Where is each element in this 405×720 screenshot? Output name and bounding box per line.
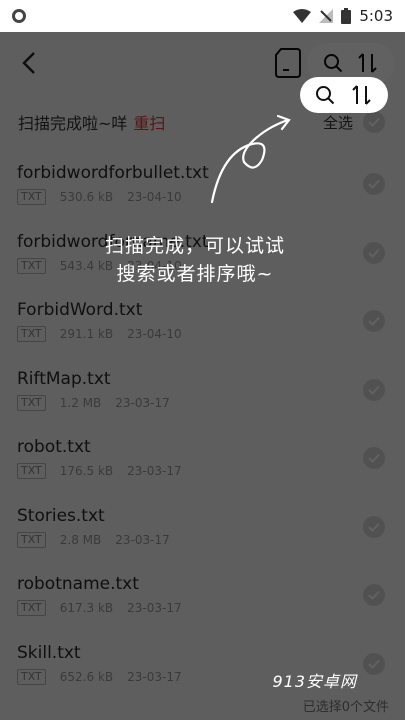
file-size: 652.6 kB xyxy=(59,669,114,684)
select-all-label: 全选 xyxy=(322,113,353,132)
file-size: 2.8 MB xyxy=(59,532,102,547)
file-row[interactable]: Skill.txt TXT 652.6 kB 23-03-17 xyxy=(0,630,405,699)
file-name: forbidwordforname.txt xyxy=(17,231,209,252)
file-date: 23-03-17 xyxy=(127,464,182,479)
file-checkbox[interactable] xyxy=(363,378,385,401)
file-row[interactable]: RiftMap.txt TXT 1.2 MB 23-03-17 xyxy=(0,356,405,425)
file-row[interactable]: robotname.txt TXT 617.3 kB 23-03-17 xyxy=(0,561,405,630)
file-row[interactable]: robot.txt TXT 176.5 kB 23-03-17 xyxy=(0,424,405,493)
file-type-badge: TXT xyxy=(17,600,46,617)
top-bar xyxy=(0,32,405,94)
chevron-left-icon xyxy=(22,52,35,74)
file-checkbox[interactable] xyxy=(363,652,385,675)
file-type-badge: TXT xyxy=(17,668,46,685)
no-signal-icon xyxy=(319,9,334,23)
file-name: forbidwordforbullet.txt xyxy=(17,163,209,184)
file-type-badge: TXT xyxy=(17,326,46,343)
sort-icon[interactable] xyxy=(357,52,379,74)
file-date: 23-03-17 xyxy=(127,669,182,684)
rescan-link[interactable]: 重扫 xyxy=(133,114,165,133)
wifi-icon xyxy=(293,9,312,23)
select-all-toggle[interactable]: 全选 xyxy=(323,111,385,133)
file-size: 291.1 kB xyxy=(59,327,114,342)
search-icon[interactable] xyxy=(323,53,343,73)
selected-count: 已选择0个文件 xyxy=(302,699,389,715)
file-size: 530.6 kB xyxy=(59,190,114,205)
check-icon xyxy=(368,454,380,464)
file-row[interactable]: forbidwordforname.txt TXT 543.4 kB 23-04-1… xyxy=(0,219,405,288)
file-checkbox[interactable] xyxy=(363,241,385,264)
file-list: forbidwordforbullet.txt TXT 530.6 kB 23-04… xyxy=(0,150,405,698)
file-row[interactable]: ForbidWord.txt TXT 291.1 kB 23-04-10 xyxy=(0,287,405,356)
file-date: 23-03-17 xyxy=(127,601,182,616)
check-icon xyxy=(368,248,380,258)
file-checkbox[interactable] xyxy=(363,584,385,607)
file-type-badge: TXT xyxy=(17,531,46,548)
file-name: Stories.txt xyxy=(17,505,105,526)
status-bar: 5:03 xyxy=(0,0,405,32)
check-icon xyxy=(368,659,380,669)
file-date: 23-03-17 xyxy=(115,395,170,410)
file-type-badge: TXT xyxy=(17,189,46,206)
file-date: 23-04-10 xyxy=(127,190,182,205)
file-icon[interactable] xyxy=(275,48,301,78)
file-checkbox[interactable] xyxy=(363,515,385,538)
file-row[interactable]: Stories.txt TXT 2.8 MB 23-03-17 xyxy=(0,493,405,562)
check-icon xyxy=(368,180,380,190)
file-checkbox[interactable] xyxy=(363,173,385,196)
file-name: robot.txt xyxy=(17,437,91,458)
check-icon xyxy=(368,522,380,532)
select-all-checkbox[interactable] xyxy=(363,111,385,133)
file-size: 617.3 kB xyxy=(59,601,114,616)
search-sort-group xyxy=(309,45,393,81)
file-name: robotname.txt xyxy=(17,574,139,595)
file-size: 176.5 kB xyxy=(59,464,114,479)
file-size: 1.2 MB xyxy=(59,395,102,410)
check-icon xyxy=(368,317,380,327)
file-size: 543.4 kB xyxy=(59,258,114,273)
status-time: 5:03 xyxy=(359,7,393,25)
file-name: Skill.txt xyxy=(17,642,81,663)
back-button[interactable] xyxy=(14,48,44,78)
selection-footer: 已选择0个文件 xyxy=(0,690,405,720)
check-icon xyxy=(368,117,380,127)
file-date: 23-04-10 xyxy=(127,258,182,273)
battery-icon xyxy=(341,8,352,24)
file-scan-screen: 扫描完成啦~咩 重扫 全选 forbidwordforbullet.txt TXT… xyxy=(0,32,405,720)
file-type-badge: TXT xyxy=(17,257,46,274)
scan-status-row: 扫描完成啦~咩 重扫 全选 xyxy=(0,94,405,150)
check-icon xyxy=(368,591,380,601)
file-name: ForbidWord.txt xyxy=(17,300,143,321)
file-type-badge: TXT xyxy=(17,463,46,480)
scan-status-text: 扫描完成啦~咩 xyxy=(18,114,128,133)
file-row[interactable]: forbidwordforbullet.txt TXT 530.6 kB 23-04… xyxy=(0,150,405,219)
file-checkbox[interactable] xyxy=(363,447,385,470)
check-icon xyxy=(368,385,380,395)
file-date: 23-04-10 xyxy=(127,327,182,342)
file-date: 23-03-17 xyxy=(115,532,170,547)
file-name: RiftMap.txt xyxy=(17,368,111,389)
file-type-badge: TXT xyxy=(17,394,46,411)
file-checkbox[interactable] xyxy=(363,310,385,333)
app-notification-icon xyxy=(12,9,26,23)
